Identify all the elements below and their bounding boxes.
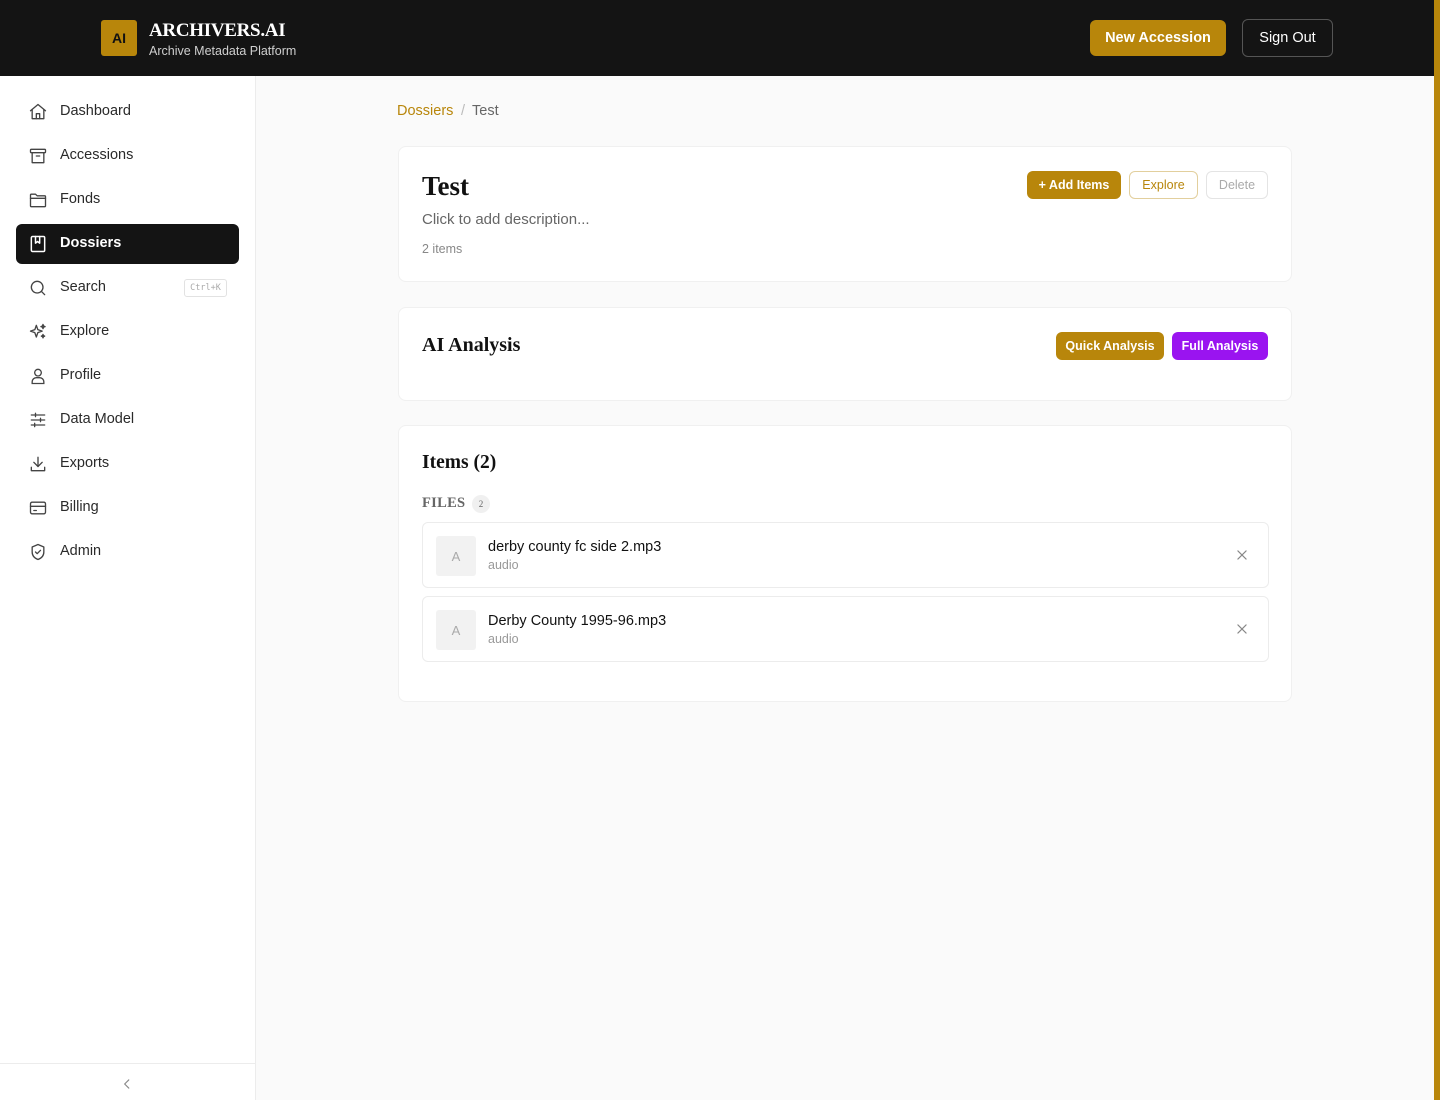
- sidebar-item-label: Profile: [60, 367, 102, 383]
- item-count: 2 items: [422, 242, 463, 256]
- sidebar-item-dashboard[interactable]: Dashboard: [16, 92, 239, 132]
- close-icon[interactable]: [1235, 622, 1249, 636]
- sidebar-item-label: Fonds: [60, 191, 101, 207]
- accent-edge: [1434, 0, 1440, 1100]
- download-icon: [30, 456, 46, 472]
- breadcrumb-separator: /: [461, 103, 466, 119]
- sidebar-item-label: Search: [60, 279, 106, 295]
- sparkles-icon: [29, 323, 46, 339]
- sidebar-item-label: Data Model: [60, 411, 135, 427]
- items-title: Items (2): [422, 452, 497, 473]
- credit-card-icon: [29, 501, 47, 515]
- new-accession-button[interactable]: New Accession: [1090, 20, 1226, 56]
- brand-subtitle: Archive Metadata Platform: [149, 44, 297, 58]
- ai-analysis-title: AI Analysis: [422, 334, 521, 356]
- archive-box-icon: [29, 148, 47, 164]
- breadcrumb-dossiers-link[interactable]: Dossiers: [397, 103, 453, 119]
- add-items-button[interactable]: + Add Items: [1027, 171, 1121, 199]
- sidebar-item-dossiers[interactable]: Dossiers: [16, 224, 239, 264]
- sidebar-item-label: Billing: [60, 499, 99, 515]
- sidebar-collapse-bar[interactable]: [0, 1063, 255, 1100]
- sidebar-item-profile[interactable]: Profile: [16, 356, 239, 396]
- close-icon[interactable]: [1235, 548, 1249, 562]
- sidebar-item-admin[interactable]: Admin: [16, 532, 239, 572]
- sidebar-item-label: Explore: [60, 323, 110, 339]
- file-thumbnail: A: [436, 536, 476, 576]
- sidebar-item-billing[interactable]: Billing: [16, 488, 239, 528]
- sidebar-item-label: Dashboard: [60, 103, 131, 119]
- keyboard-shortcut-badge: Ctrl+K: [184, 279, 227, 297]
- breadcrumb-current: Test: [472, 103, 499, 119]
- sidebar-item-label: Dossiers: [60, 235, 122, 251]
- sliders-icon: [30, 412, 46, 428]
- home-icon: [29, 103, 47, 120]
- sidebar-item-label: Exports: [60, 455, 110, 471]
- explore-button[interactable]: Explore: [1129, 171, 1198, 199]
- list-item[interactable]: A derby county fc side 2.mp3 audio: [422, 522, 1269, 588]
- file-thumbnail: A: [436, 610, 476, 650]
- sidebar-item-accessions[interactable]: Accessions: [16, 136, 239, 176]
- file-name[interactable]: derby county fc side 2.mp3: [488, 539, 661, 555]
- sidebar-item-data-model[interactable]: Data Model: [16, 400, 239, 440]
- sidebar-item-search[interactable]: Search Ctrl+K: [16, 268, 239, 308]
- sidebar-item-fonds[interactable]: Fonds: [16, 180, 239, 220]
- folder-icon: [29, 193, 47, 208]
- sign-out-button[interactable]: Sign Out: [1242, 19, 1333, 57]
- shield-check-icon: [31, 543, 45, 561]
- ai-analysis-card: AI Analysis Quick Analysis Full Analysis: [398, 307, 1292, 401]
- description-field[interactable]: Click to add description...: [422, 211, 590, 228]
- sidebar-item-label: Admin: [60, 543, 102, 559]
- sidebar: Dashboard Accessions Fonds Dossiers Sear…: [0, 76, 256, 1100]
- app-logo[interactable]: AI: [101, 20, 137, 56]
- delete-button[interactable]: Delete: [1206, 171, 1268, 199]
- full-analysis-button[interactable]: Full Analysis: [1172, 332, 1268, 360]
- brand-name[interactable]: ARCHIVERS.AI: [149, 20, 286, 42]
- book-bookmark-icon: [30, 235, 46, 253]
- files-section-label: FILES: [422, 495, 466, 511]
- file-name[interactable]: Derby County 1995-96.mp3: [488, 613, 666, 629]
- search-icon: [30, 280, 46, 296]
- files-count-badge: 2: [472, 495, 490, 513]
- top-header: AI ARCHIVERS.AI Archive Metadata Platfor…: [0, 0, 1434, 76]
- page-title[interactable]: Test: [422, 171, 469, 202]
- chevron-left-icon[interactable]: [120, 1077, 134, 1091]
- user-icon: [31, 368, 45, 385]
- quick-analysis-button[interactable]: Quick Analysis: [1056, 332, 1164, 360]
- sidebar-item-exports[interactable]: Exports: [16, 444, 239, 484]
- file-type: audio: [488, 632, 519, 646]
- list-item[interactable]: A Derby County 1995-96.mp3 audio: [422, 596, 1269, 662]
- file-type: audio: [488, 558, 519, 572]
- dossier-header-card: Test Click to add description... 2 items…: [398, 146, 1292, 282]
- items-card: Items (2) FILES 2 A derby county fc side…: [398, 425, 1292, 702]
- sidebar-item-label: Accessions: [60, 147, 134, 163]
- sidebar-item-explore[interactable]: Explore: [16, 312, 239, 352]
